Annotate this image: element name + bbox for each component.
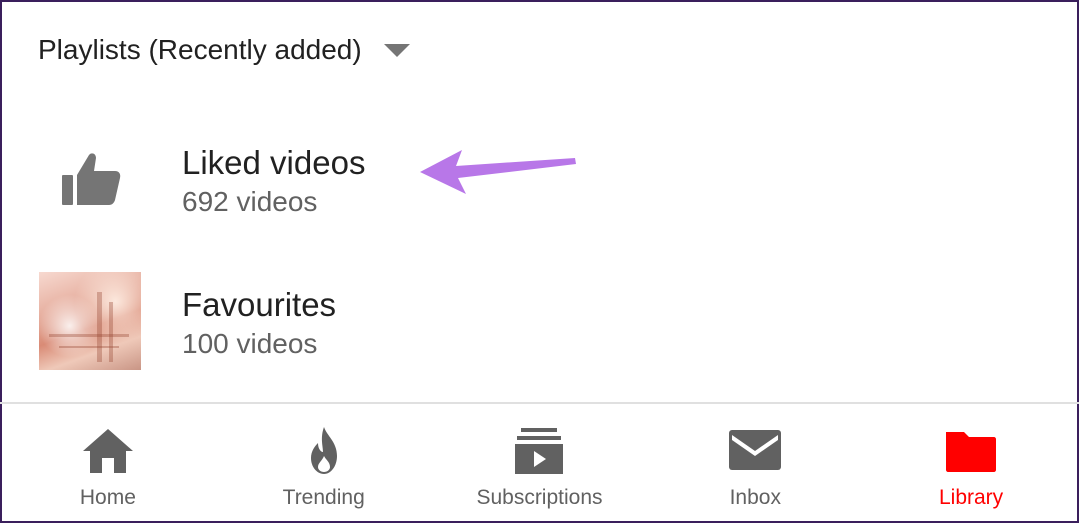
nav-tab-subscriptions[interactable]: Subscriptions (432, 404, 648, 521)
nav-label-library: Library (938, 486, 1004, 509)
nav-label-home: Home (79, 486, 136, 509)
folder-icon (946, 432, 997, 472)
nav-label-subscriptions: Subscriptions (476, 486, 603, 509)
thumbs-up-icon (62, 153, 121, 205)
home-icon (82, 429, 133, 473)
mail-icon (729, 430, 782, 470)
playlist-thumbnail (39, 272, 141, 370)
dropdown-caret-icon (383, 43, 410, 57)
flame-icon (310, 427, 337, 474)
nav-tab-home[interactable]: Home (0, 404, 216, 521)
playlist-video-count: 692 videos (182, 186, 318, 217)
playlist-sort-dropdown[interactable]: Playlists (Recently added) (38, 30, 410, 70)
bottom-navigation: Home Trending Subscriptions Inbox Librar… (0, 404, 1079, 521)
sort-label: Playlists (Recently added) (38, 34, 362, 65)
playlist-item-favourites[interactable]: Favourites 100 videos (0, 272, 1079, 372)
playlist-title: Favourites (182, 286, 337, 323)
playlist-title: Liked videos (182, 144, 366, 181)
nav-tab-inbox[interactable]: Inbox (647, 404, 863, 521)
nav-tab-trending[interactable]: Trending (216, 404, 432, 521)
nav-label-inbox: Inbox (729, 486, 781, 509)
annotation-arrow-icon (420, 150, 576, 194)
nav-label-trending: Trending (282, 486, 365, 509)
nav-tab-library[interactable]: Library (863, 404, 1079, 521)
subscriptions-icon (515, 428, 564, 474)
playlist-video-count: 100 videos (182, 328, 318, 359)
